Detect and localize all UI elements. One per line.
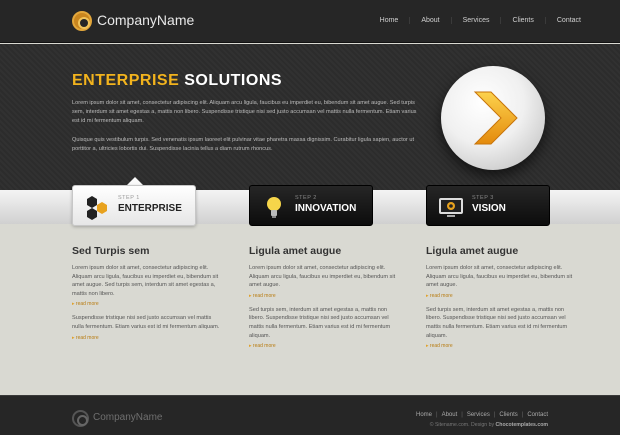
read-more-link[interactable]: read more xyxy=(72,335,222,341)
hero-orb-button[interactable] xyxy=(441,66,545,170)
hero-paragraph-1: Lorem ipsum dolor sit amet, consectetur … xyxy=(72,100,417,124)
footer-logo-icon xyxy=(72,410,89,427)
read-more-link[interactable]: read more xyxy=(72,301,222,307)
column-heading: Ligula amet augue xyxy=(249,245,342,257)
nav-contact[interactable]: Contact xyxy=(544,17,592,24)
column-heading: Sed Turpis sem xyxy=(72,245,150,257)
column-paragraph: Lorem ipsum dolor sit amet, consectetur … xyxy=(426,265,573,289)
read-more-link[interactable]: read more xyxy=(249,293,399,299)
hero-title-rest: SOLUTIONS xyxy=(184,72,283,89)
chevron-right-icon xyxy=(473,91,518,145)
step-number: STEP 1 xyxy=(118,195,140,201)
footer-nav-clients[interactable]: Clients xyxy=(499,412,517,418)
step-title: INNOVATION xyxy=(295,203,357,214)
footer-nav-services[interactable]: Services xyxy=(467,412,490,418)
monitor-icon xyxy=(439,198,463,217)
step-title: ENTERPRISE xyxy=(118,203,182,214)
content-column-3: Ligula amet augue Lorem ipsum dolor sit … xyxy=(426,245,576,356)
brand-name[interactable]: CompanyName xyxy=(97,12,194,28)
site-header: CompanyName Home About Services Clients … xyxy=(0,0,620,43)
column-paragraph: Suspendisse tristique nisi sed justo acc… xyxy=(72,315,220,330)
hero-paragraph-2: Quisque quis vestibulum turpis. Sed vene… xyxy=(72,137,415,152)
column-paragraph: Lorem ipsum dolor sit amet, consectetur … xyxy=(249,265,396,289)
footer-nav-home[interactable]: Home xyxy=(416,412,432,418)
footer-nav-about[interactable]: About xyxy=(442,412,458,418)
content-column-2: Ligula amet augue Lorem ipsum dolor sit … xyxy=(249,245,399,356)
content-column-1: Sed Turpis sem Lorem ipsum dolor sit ame… xyxy=(72,245,222,348)
logo-icon[interactable] xyxy=(72,11,92,31)
column-paragraph: Sed turpis sem, interdum sit amet egesta… xyxy=(249,306,391,339)
main-nav: Home About Services Clients Contact xyxy=(369,17,592,24)
nav-about[interactable]: About xyxy=(409,17,450,24)
step-number: STEP 2 xyxy=(295,195,317,201)
nav-home[interactable]: Home xyxy=(369,17,410,24)
footer-nav-contact[interactable]: Contact xyxy=(527,412,548,418)
read-more-link[interactable]: read more xyxy=(426,343,576,349)
copyright-text: © Sitename.com. Design by xyxy=(429,422,495,428)
nav-clients[interactable]: Clients xyxy=(500,17,544,24)
hero-title: ENTERPRISE SOLUTIONS xyxy=(72,72,282,90)
nav-services[interactable]: Services xyxy=(450,17,501,24)
column-paragraph: Sed turpis sem, interdum sit amet egesta… xyxy=(426,306,568,339)
column-heading: Ligula amet augue xyxy=(426,245,519,257)
footer-nav: Home | About | Services | Clients | Contact xyxy=(416,412,548,418)
step-number: STEP 3 xyxy=(472,195,494,201)
column-paragraph: Lorem ipsum dolor sit amet, consectetur … xyxy=(72,265,219,297)
site-footer: CompanyName Home | About | Services | Clien… xyxy=(0,395,620,435)
step-innovation[interactable]: STEP 2 INNOVATION xyxy=(249,185,373,226)
step-enterprise[interactable]: STEP 1 ENTERPRISE xyxy=(72,185,196,226)
designer-link[interactable]: Chocotemplates.com xyxy=(496,422,548,428)
step-title: VISION xyxy=(472,203,506,214)
footer-copyright: © Sitename.com. Design by Chocotemplates… xyxy=(430,422,548,428)
hero-section: ENTERPRISE SOLUTIONS Lorem ipsum dolor s… xyxy=(0,44,620,190)
step-vision[interactable]: STEP 3 VISION xyxy=(426,185,550,226)
read-more-link[interactable]: read more xyxy=(426,293,576,299)
read-more-link[interactable]: read more xyxy=(249,343,399,349)
lightbulb-icon xyxy=(267,197,281,218)
hero-title-highlight: ENTERPRISE xyxy=(72,72,180,89)
footer-brand: CompanyName xyxy=(93,412,163,423)
hexagons-icon xyxy=(87,196,107,220)
